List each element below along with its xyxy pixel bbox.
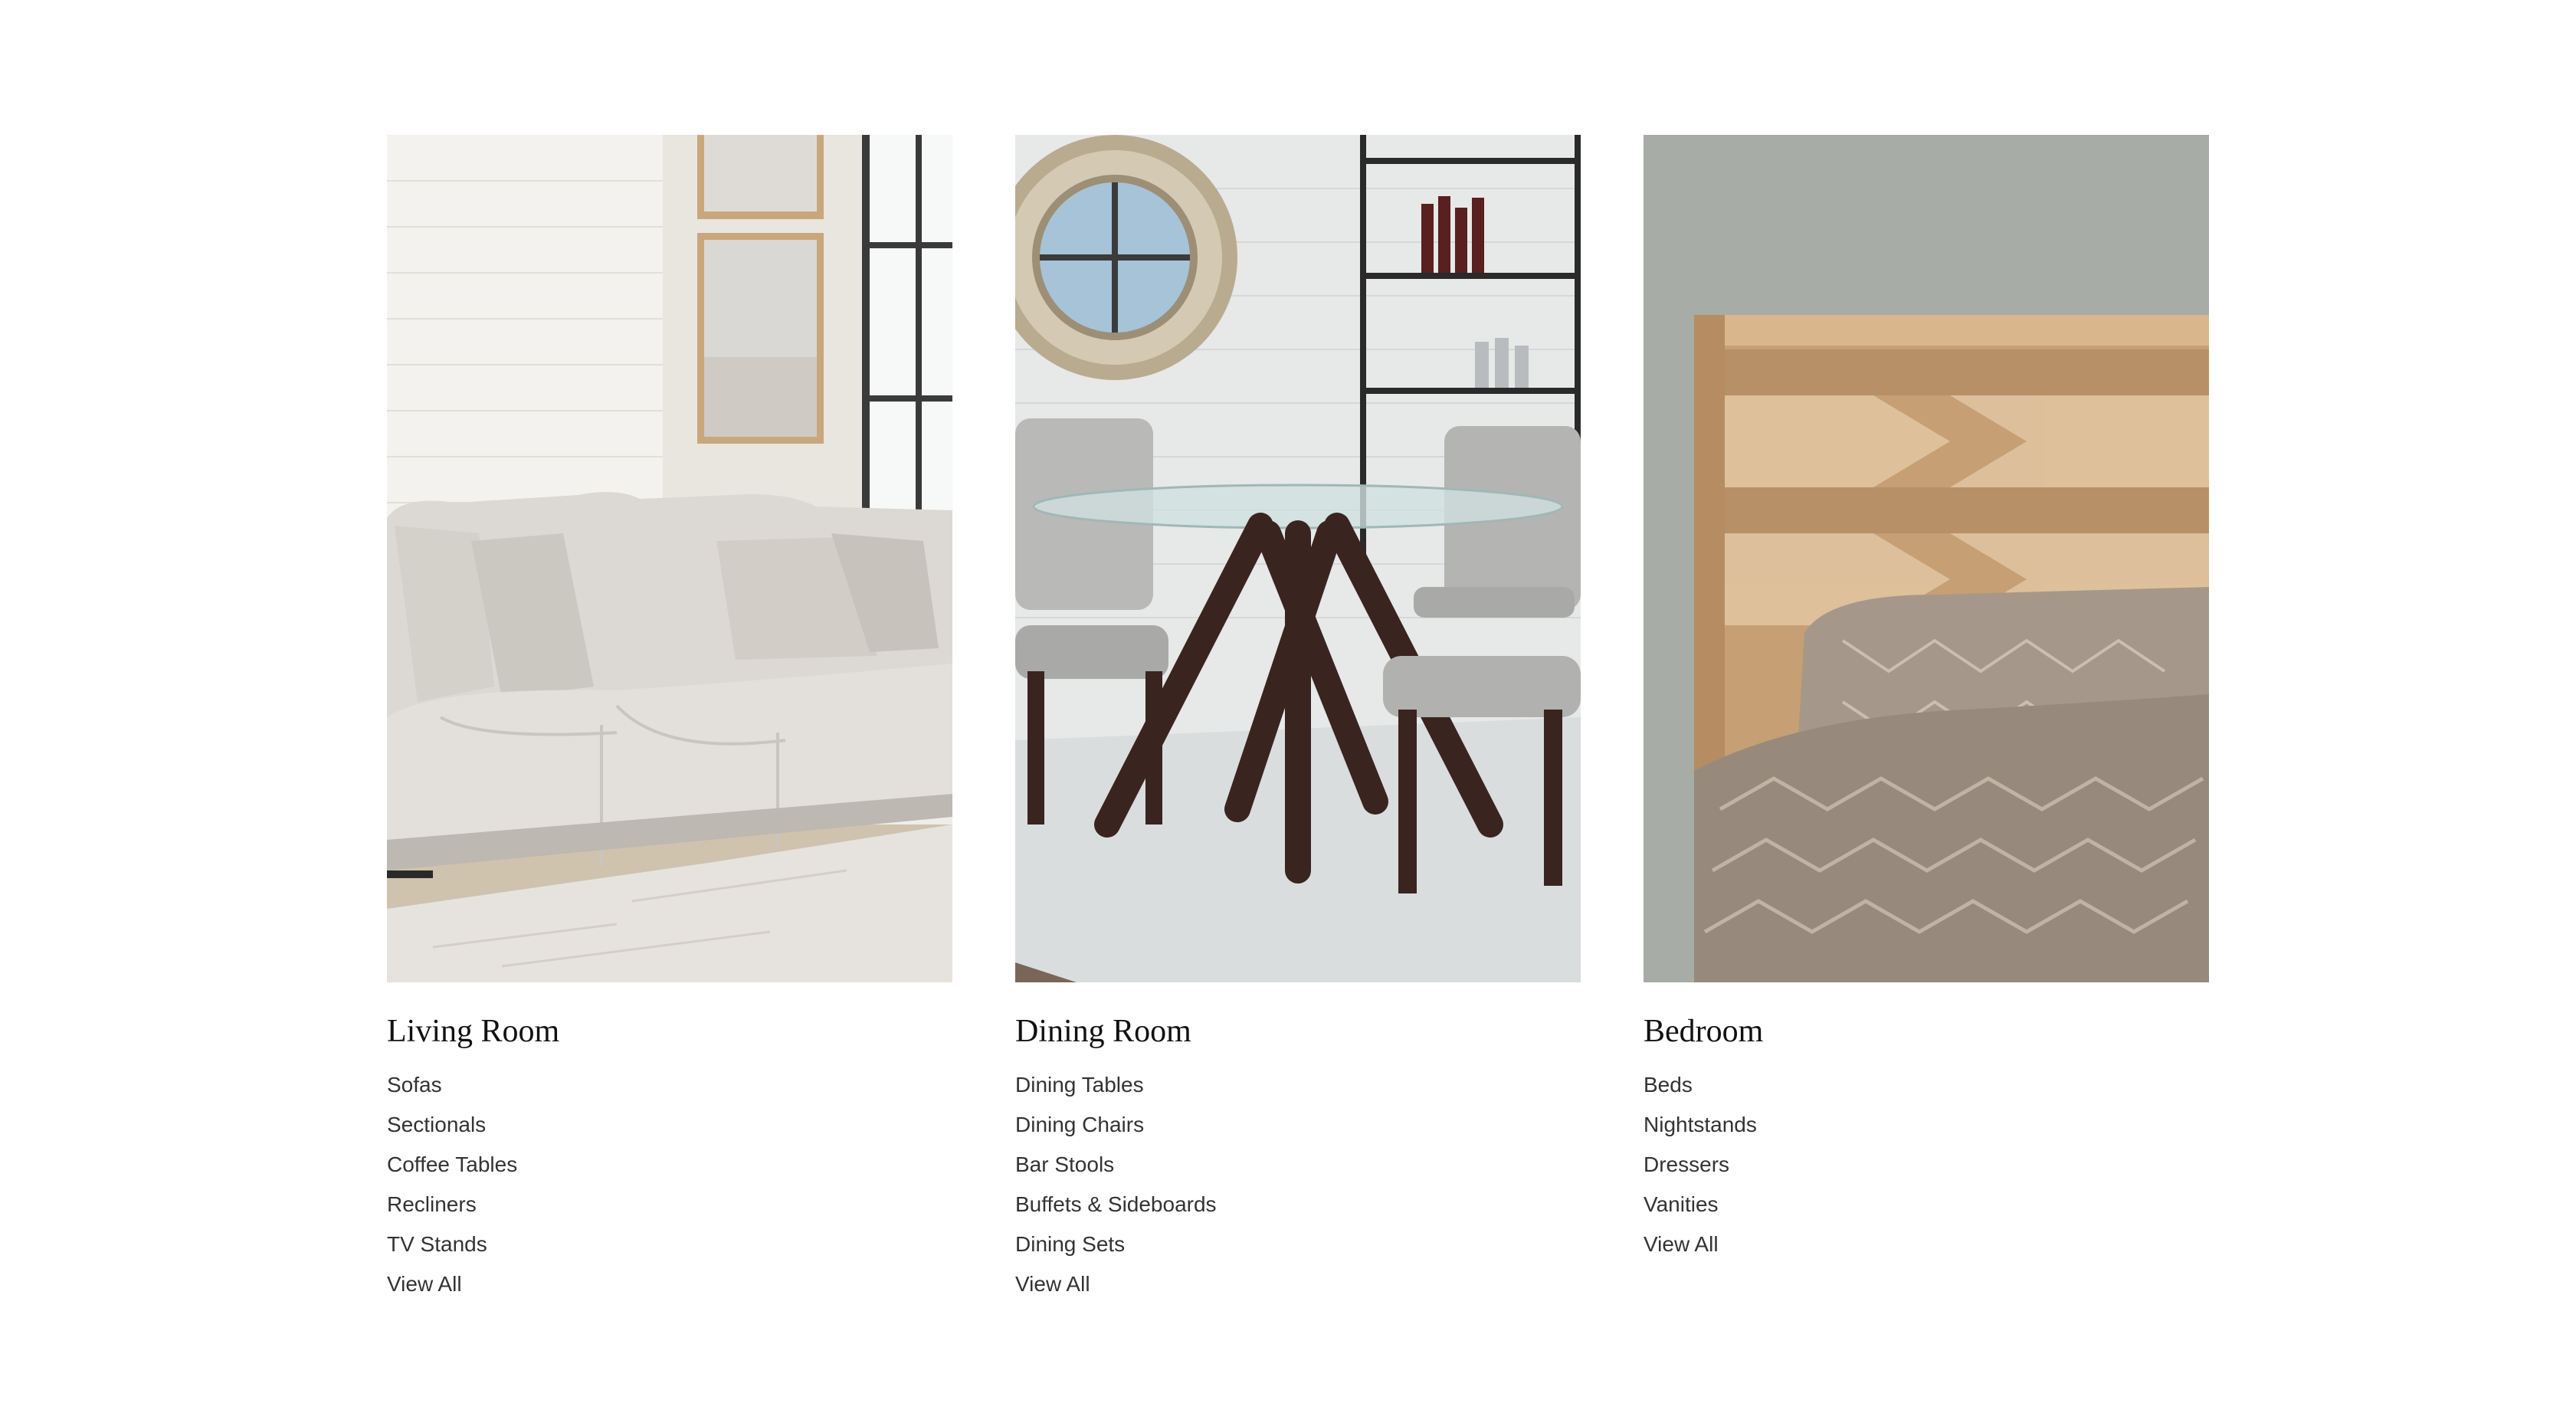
subcategory-link-sofas[interactable]: Sofas	[387, 1073, 442, 1097]
living-room-image[interactable]	[387, 135, 952, 982]
subcategory-list: Sofas Sectionals Coffee Tables Recliners…	[387, 1065, 952, 1304]
list-item: Dressers	[1644, 1145, 2209, 1185]
bedroom-photo	[1644, 135, 2209, 982]
view-all-link[interactable]: View All	[1644, 1232, 1719, 1256]
subcategory-list: Beds Nightstands Dressers Vanities View …	[1644, 1065, 2209, 1264]
category-card-living-room: Living Room Sofas Sectionals Coffee Tabl…	[387, 135, 952, 1304]
list-item: Dining Chairs	[1015, 1105, 1581, 1145]
list-item: Sofas	[387, 1065, 952, 1105]
list-item: Nightstands	[1644, 1105, 2209, 1145]
subcategory-link-tv-stands[interactable]: TV Stands	[387, 1232, 487, 1256]
list-item: View All	[387, 1264, 952, 1304]
category-title[interactable]: Bedroom	[1644, 1013, 2209, 1050]
category-card-bedroom: Bedroom Beds Nightstands Dressers Vaniti…	[1644, 135, 2209, 1304]
subcategory-link-nightstands[interactable]: Nightstands	[1644, 1113, 1757, 1136]
subcategory-link-dining-sets[interactable]: Dining Sets	[1015, 1232, 1125, 1256]
subcategory-link-dining-tables[interactable]: Dining Tables	[1015, 1073, 1144, 1097]
category-title[interactable]: Living Room	[387, 1013, 952, 1050]
bedroom-image[interactable]	[1644, 135, 2209, 982]
dining-room-image[interactable]	[1015, 135, 1581, 982]
list-item: TV Stands	[387, 1224, 952, 1264]
subcategory-link-dining-chairs[interactable]: Dining Chairs	[1015, 1113, 1144, 1136]
category-grid: Living Room Sofas Sectionals Coffee Tabl…	[387, 135, 2209, 1304]
subcategory-link-beds[interactable]: Beds	[1644, 1073, 1693, 1097]
list-item: Dining Sets	[1015, 1224, 1581, 1264]
list-item: Dining Tables	[1015, 1065, 1581, 1105]
list-item: Beds	[1644, 1065, 2209, 1105]
subcategory-link-vanities[interactable]: Vanities	[1644, 1192, 1719, 1216]
list-item: View All	[1015, 1264, 1581, 1304]
living-room-photo	[387, 135, 952, 982]
list-item: Vanities	[1644, 1185, 2209, 1224]
category-card-dining-room: Dining Room Dining Tables Dining Chairs …	[1015, 135, 1581, 1304]
subcategory-link-sectionals[interactable]: Sectionals	[387, 1113, 486, 1136]
list-item: Coffee Tables	[387, 1145, 952, 1185]
subcategory-link-buffets-sideboards[interactable]: Buffets & Sideboards	[1015, 1192, 1217, 1216]
list-item: Sectionals	[387, 1105, 952, 1145]
list-item: Recliners	[387, 1185, 952, 1224]
view-all-link[interactable]: View All	[387, 1272, 462, 1296]
subcategory-link-dressers[interactable]: Dressers	[1644, 1152, 1729, 1176]
view-all-link[interactable]: View All	[1015, 1272, 1090, 1296]
subcategory-list: Dining Tables Dining Chairs Bar Stools B…	[1015, 1065, 1581, 1304]
list-item: Bar Stools	[1015, 1145, 1581, 1185]
dining-room-photo	[1015, 135, 1581, 982]
category-title[interactable]: Dining Room	[1015, 1013, 1581, 1050]
list-item: Buffets & Sideboards	[1015, 1185, 1581, 1224]
subcategory-link-bar-stools[interactable]: Bar Stools	[1015, 1152, 1114, 1176]
subcategory-link-coffee-tables[interactable]: Coffee Tables	[387, 1152, 517, 1176]
list-item: View All	[1644, 1224, 2209, 1264]
subcategory-link-recliners[interactable]: Recliners	[387, 1192, 477, 1216]
